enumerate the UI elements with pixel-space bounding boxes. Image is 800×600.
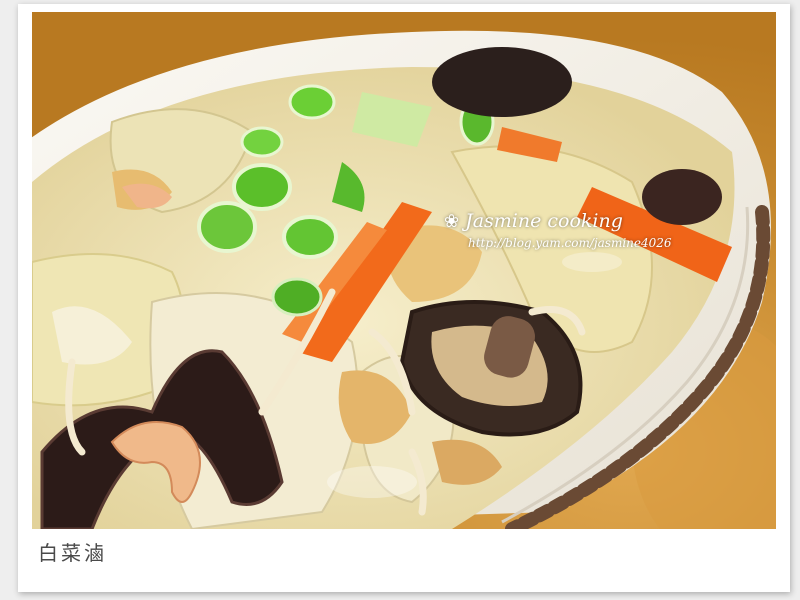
photo-frame: ❀ Jasmine cooking http://blog.yam.com/jas… xyxy=(18,4,790,592)
napa-cabbage-stew-illustration xyxy=(32,12,776,529)
photo-caption: 白菜滷 xyxy=(38,541,107,565)
food-photo: ❀ Jasmine cooking http://blog.yam.com/jas… xyxy=(32,12,776,529)
